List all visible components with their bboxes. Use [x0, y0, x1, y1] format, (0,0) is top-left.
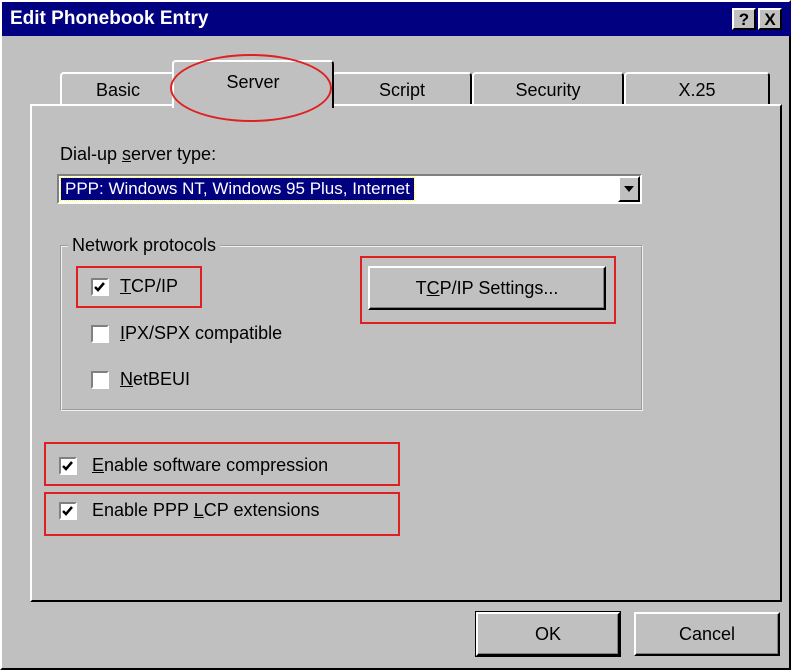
server-type-value: PPP: Windows NT, Windows 95 Plus, Intern…: [60, 177, 415, 201]
tab-script[interactable]: Script: [332, 72, 472, 106]
cancel-button[interactable]: Cancel: [634, 612, 780, 656]
help-button[interactable]: ?: [732, 8, 756, 30]
checkmark-icon: [62, 506, 73, 516]
ppp-lcp-checkbox[interactable]: [59, 502, 77, 520]
ppp-lcp-label[interactable]: Enable PPP LCP extensions: [92, 500, 320, 521]
checkmark-icon: [62, 461, 73, 471]
server-type-label: Dial-up server type:: [60, 144, 217, 164]
tcpip-checkbox[interactable]: [91, 278, 109, 296]
network-protocols-legend: Network protocols: [68, 235, 221, 256]
tcpip-label[interactable]: TCP/IP: [120, 276, 178, 297]
tab-script-label: Script: [378, 80, 425, 100]
ipxspx-label[interactable]: IPX/SPX compatible: [120, 323, 282, 344]
software-compression-checkbox[interactable]: [59, 457, 77, 475]
ipxspx-checkbox[interactable]: [91, 325, 109, 343]
dropdown-button[interactable]: [618, 176, 640, 202]
tab-x25[interactable]: X.25: [624, 72, 770, 106]
software-compression-label[interactable]: Enable software compression: [92, 455, 328, 476]
netbeui-label[interactable]: NetBEUI: [120, 369, 190, 390]
title-bar[interactable]: Edit Phonebook Entry ? X: [2, 2, 791, 36]
tcpip-settings-button[interactable]: TCP/IP Settings...: [368, 266, 606, 310]
netbeui-checkbox[interactable]: [91, 371, 109, 389]
tab-basic[interactable]: Basic: [60, 72, 176, 106]
chevron-down-icon: [624, 186, 634, 192]
window-title: Edit Phonebook Entry: [10, 8, 209, 29]
tab-x25-label: X.25: [678, 80, 716, 100]
tab-security[interactable]: Security: [472, 72, 624, 106]
tab-security-label: Security: [515, 80, 581, 100]
checkmark-icon: [94, 282, 105, 292]
tab-server[interactable]: Server: [172, 60, 334, 108]
ok-button[interactable]: OK: [475, 611, 621, 657]
dialog-window: Edit Phonebook Entry ? X Basic Server Sc…: [0, 0, 791, 670]
tab-basic-label: Basic: [95, 80, 140, 100]
close-button[interactable]: X: [758, 8, 782, 30]
server-type-select[interactable]: PPP: Windows NT, Windows 95 Plus, Intern…: [57, 174, 642, 204]
tab-server-label: Server: [226, 72, 280, 92]
